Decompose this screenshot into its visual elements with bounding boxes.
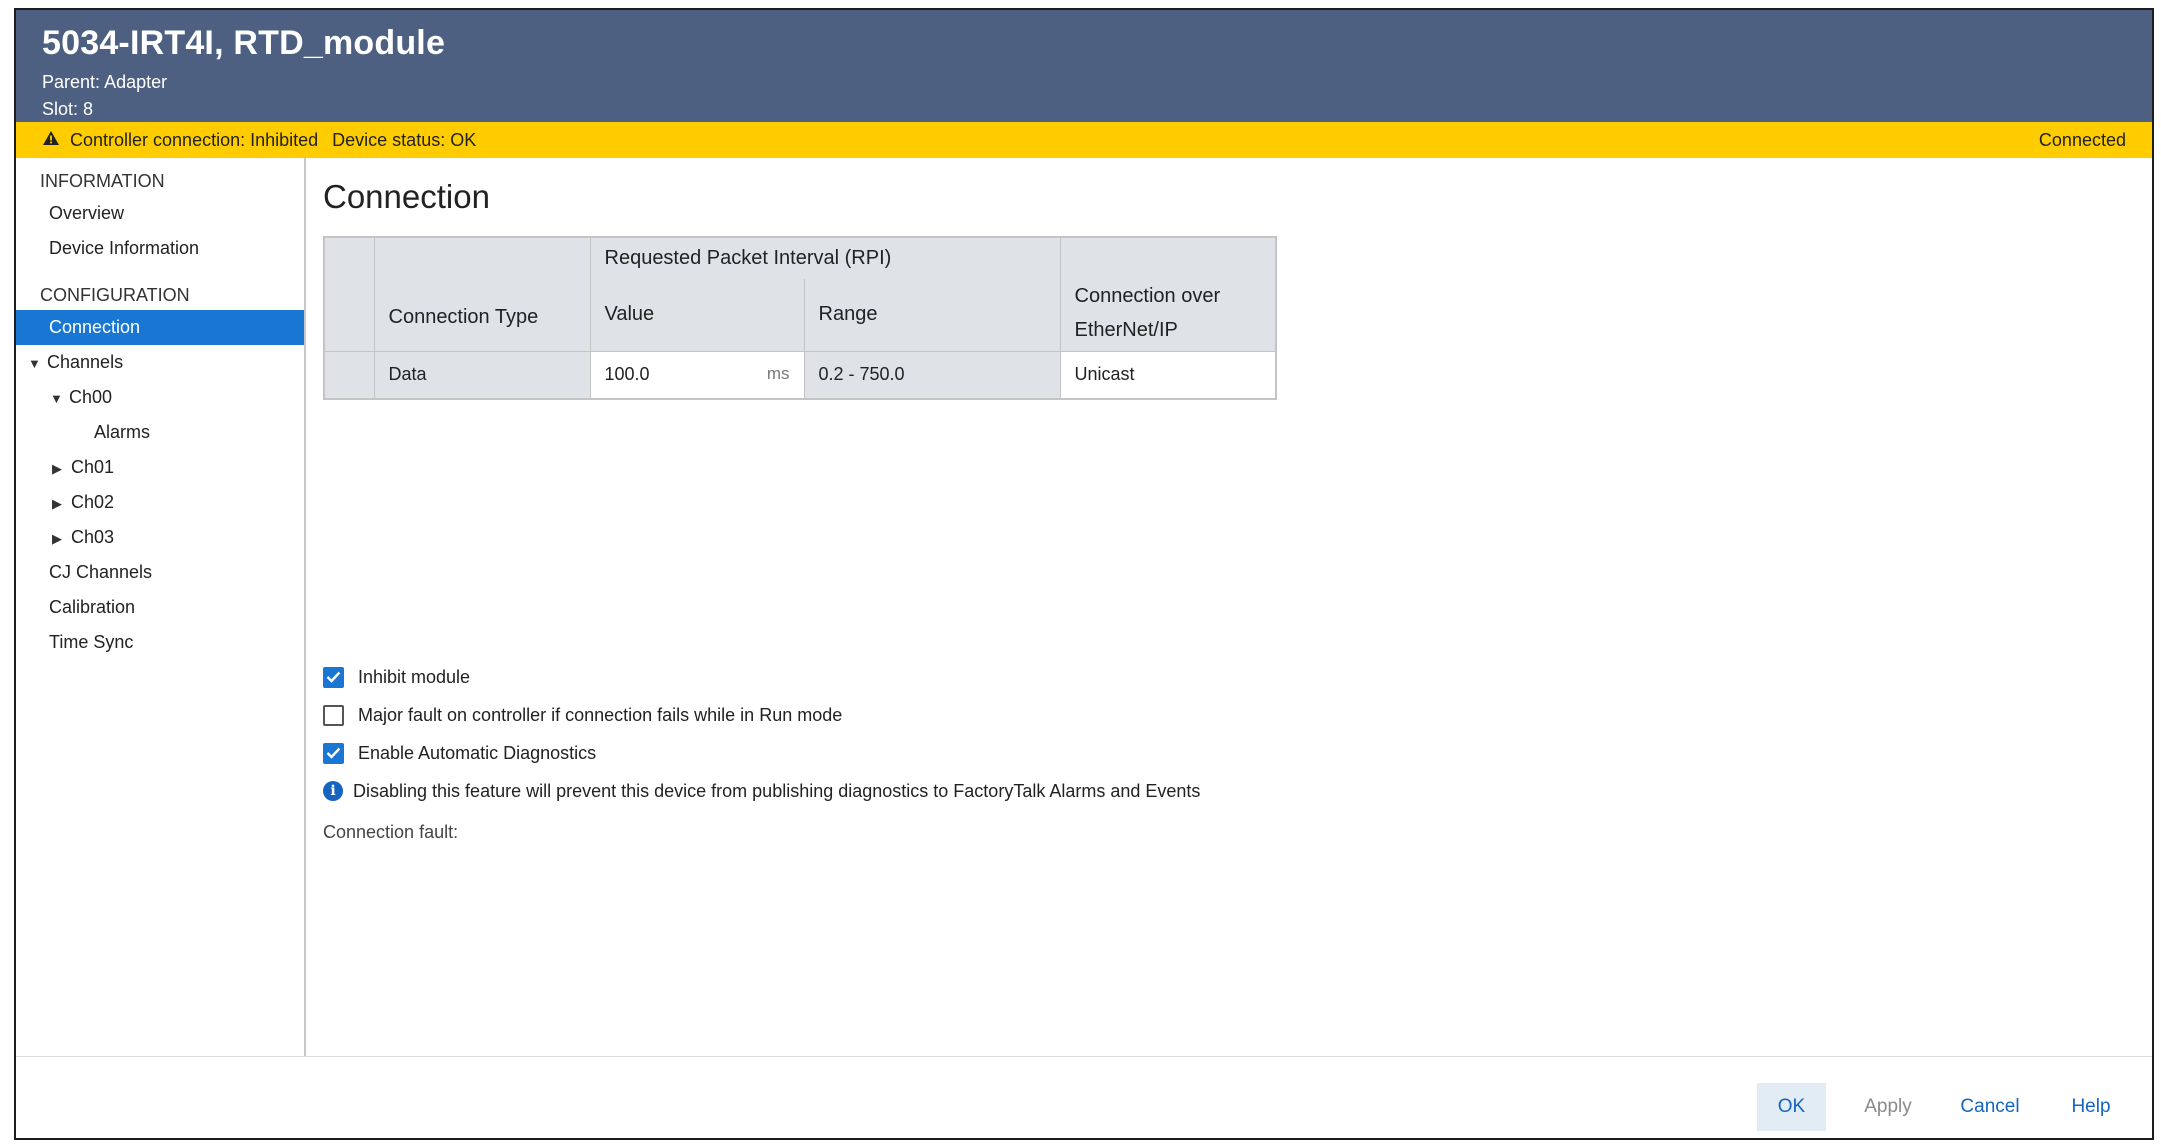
sidebar-item-ch00[interactable]: ▼ Ch00	[16, 380, 304, 415]
sidebar-item-device-information[interactable]: Device Information	[16, 231, 304, 266]
main-content: Connection Connection Type Requested Pac…	[308, 158, 2152, 1056]
enable-diagnostics-option[interactable]: Enable Automatic Diagnostics	[323, 734, 1200, 772]
enable-diagnostics-label[interactable]: Enable Automatic Diagnostics	[358, 743, 596, 764]
caret-down-icon[interactable]: ▼	[50, 381, 64, 416]
checkmark-icon	[326, 671, 341, 683]
module-meta: Parent: Adapter Slot: 8	[42, 69, 2126, 123]
sidebar-navigation: INFORMATION Overview Device Information …	[16, 158, 306, 1056]
sidebar-item-label: Ch03	[71, 527, 115, 547]
sidebar-item-label: Ch00	[69, 387, 113, 407]
sidebar-item-label: Ch02	[71, 492, 115, 512]
module-title: 5034-IRT4I, RTD_module	[42, 24, 446, 62]
rpi-value[interactable]: 100.0	[605, 364, 650, 384]
section-information: INFORMATION	[40, 171, 165, 191]
parent-label: Parent:	[42, 72, 101, 92]
cancel-button[interactable]: Cancel	[1950, 1083, 2030, 1131]
connection-table: Connection Type Requested Packet Interva…	[323, 236, 1277, 400]
parent-value: Adapter	[104, 72, 168, 92]
page-title: Connection	[323, 178, 490, 215]
warning-triangle-icon	[42, 130, 64, 151]
dialog-header: 5034-IRT4I, RTD_module Parent: Adapter S…	[16, 10, 2152, 122]
slot-label: Slot:	[42, 99, 79, 119]
sidebar-item-label: Channels	[47, 352, 124, 372]
sidebar-item-connection[interactable]: Connection	[16, 310, 304, 345]
diagnostics-info-text: Disabling this feature will prevent this…	[353, 780, 1201, 801]
sidebar-item-label: Ch01	[71, 457, 115, 477]
caret-down-icon[interactable]: ▼	[28, 346, 42, 381]
sidebar-item-alarms[interactable]: Alarms	[16, 415, 304, 450]
checkmark-icon	[326, 747, 341, 759]
parent-line: Parent: Adapter	[42, 69, 2126, 96]
sidebar-item-cj-channels[interactable]: CJ Channels	[16, 555, 304, 590]
rpi-unit: ms	[766, 364, 790, 384]
rpi-value-field[interactable]: 100.0 ms	[589, 350, 805, 400]
header-connection-over: Connection over EtherNet/IP	[1059, 236, 1277, 352]
table-header-blank	[323, 236, 375, 352]
sidebar-item-calibration[interactable]: Calibration	[16, 590, 304, 625]
options-group: Inhibit module Major fault on controller…	[323, 658, 1200, 843]
diagnostics-info: i Disabling this feature will prevent th…	[323, 772, 1200, 810]
sidebar-item-ch01[interactable]: ▶ Ch01	[16, 450, 304, 485]
controller-connection-status: Controller connection: Inhibited	[70, 129, 319, 150]
inhibit-module-label[interactable]: Inhibit module	[358, 667, 470, 688]
connected-status: Connected	[2038, 129, 2126, 150]
info-icon: i	[323, 781, 343, 801]
inhibit-module-option[interactable]: Inhibit module	[323, 658, 1200, 696]
connection-fault-label: Connection fault:	[323, 822, 459, 842]
sidebar-item-ch02[interactable]: ▶ Ch02	[16, 485, 304, 520]
apply-button[interactable]: Apply	[1852, 1083, 1924, 1131]
sidebar-item-channels[interactable]: ▼ Channels	[16, 345, 304, 380]
sidebar-item-time-sync[interactable]: Time Sync	[16, 625, 304, 660]
sidebar-item-overview[interactable]: Overview	[16, 196, 304, 231]
header-rpi-group: Requested Packet Interval (RPI)	[589, 236, 1061, 279]
major-fault-label[interactable]: Major fault on controller if connection …	[358, 705, 842, 726]
inhibit-module-checkbox[interactable]	[323, 666, 344, 688]
status-bar: Controller connection: Inhibited Device …	[16, 122, 2152, 158]
connection-over-dropdown[interactable]: Unicast	[1059, 350, 1277, 400]
major-fault-checkbox[interactable]	[323, 704, 344, 726]
caret-right-icon[interactable]: ▶	[52, 486, 66, 521]
cell-connection-type: Data	[373, 350, 591, 400]
header-range: Range	[803, 279, 1061, 352]
row-selector	[323, 350, 375, 400]
section-configuration: CONFIGURATION	[40, 285, 190, 305]
dialog-footer: OK Apply Cancel Help	[16, 1056, 2152, 1138]
enable-diagnostics-checkbox[interactable]	[323, 742, 344, 764]
major-fault-option[interactable]: Major fault on controller if connection …	[323, 696, 1200, 734]
ok-button[interactable]: OK	[1757, 1083, 1826, 1131]
device-status: Device status: OK	[332, 129, 477, 150]
slot-line: Slot: 8	[42, 96, 2126, 123]
header-value: Value	[589, 279, 805, 352]
help-button[interactable]: Help	[2056, 1083, 2126, 1131]
slot-value: 8	[83, 99, 94, 119]
module-properties-dialog: 5034-IRT4I, RTD_module Parent: Adapter S…	[14, 8, 2154, 1140]
cell-range: 0.2 - 750.0	[803, 350, 1061, 400]
caret-right-icon[interactable]: ▶	[52, 451, 66, 486]
caret-right-icon[interactable]: ▶	[52, 521, 66, 556]
sidebar-item-ch03[interactable]: ▶ Ch03	[16, 520, 304, 555]
header-connection-type: Connection Type	[373, 236, 591, 352]
table-row: Data 100.0 ms 0.2 - 750.0 Unicast	[323, 350, 1277, 400]
